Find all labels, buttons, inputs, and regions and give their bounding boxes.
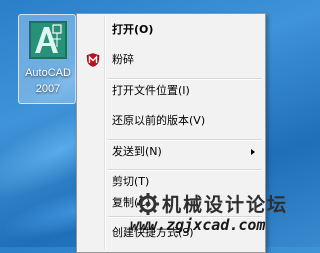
menu-item-label: 剪切(T) [112, 175, 150, 188]
menu-item-restore-previous-versions[interactable]: 还原以前的版本(V) [79, 110, 263, 132]
menu-item-send-to[interactable]: 发送到(N) [79, 141, 263, 163]
desktop-icon-autocad[interactable]: AutoCAD 2007 [18, 14, 76, 104]
menu-item-label: 发送到(N) [112, 145, 162, 158]
menu-item-label: 粉碎 [112, 53, 134, 66]
menu-item-open-file-location[interactable]: 打开文件位置(I) [79, 80, 263, 102]
watermark-url: www.zgjxcad.com [130, 216, 266, 234]
menu-item-label: 打开(O) [112, 23, 154, 36]
menu-item-label: 还原以前的版本(V) [112, 114, 206, 127]
menu-item-shred[interactable]: 粉碎 [79, 49, 263, 71]
menu-item-label: 打开文件位置(I) [112, 84, 190, 97]
icon-label-line2: 2007 [35, 83, 61, 95]
watermark-title: 机械设计论坛 [162, 194, 289, 216]
autocad-app-icon [29, 21, 67, 59]
icon-label-line1: AutoCAD [25, 67, 71, 79]
mcafee-shield-icon [86, 53, 100, 67]
gear-watermark-icon [137, 193, 159, 215]
menu-item-open[interactable]: 打开(O) [79, 19, 263, 41]
submenu-arrow-icon [251, 149, 255, 155]
